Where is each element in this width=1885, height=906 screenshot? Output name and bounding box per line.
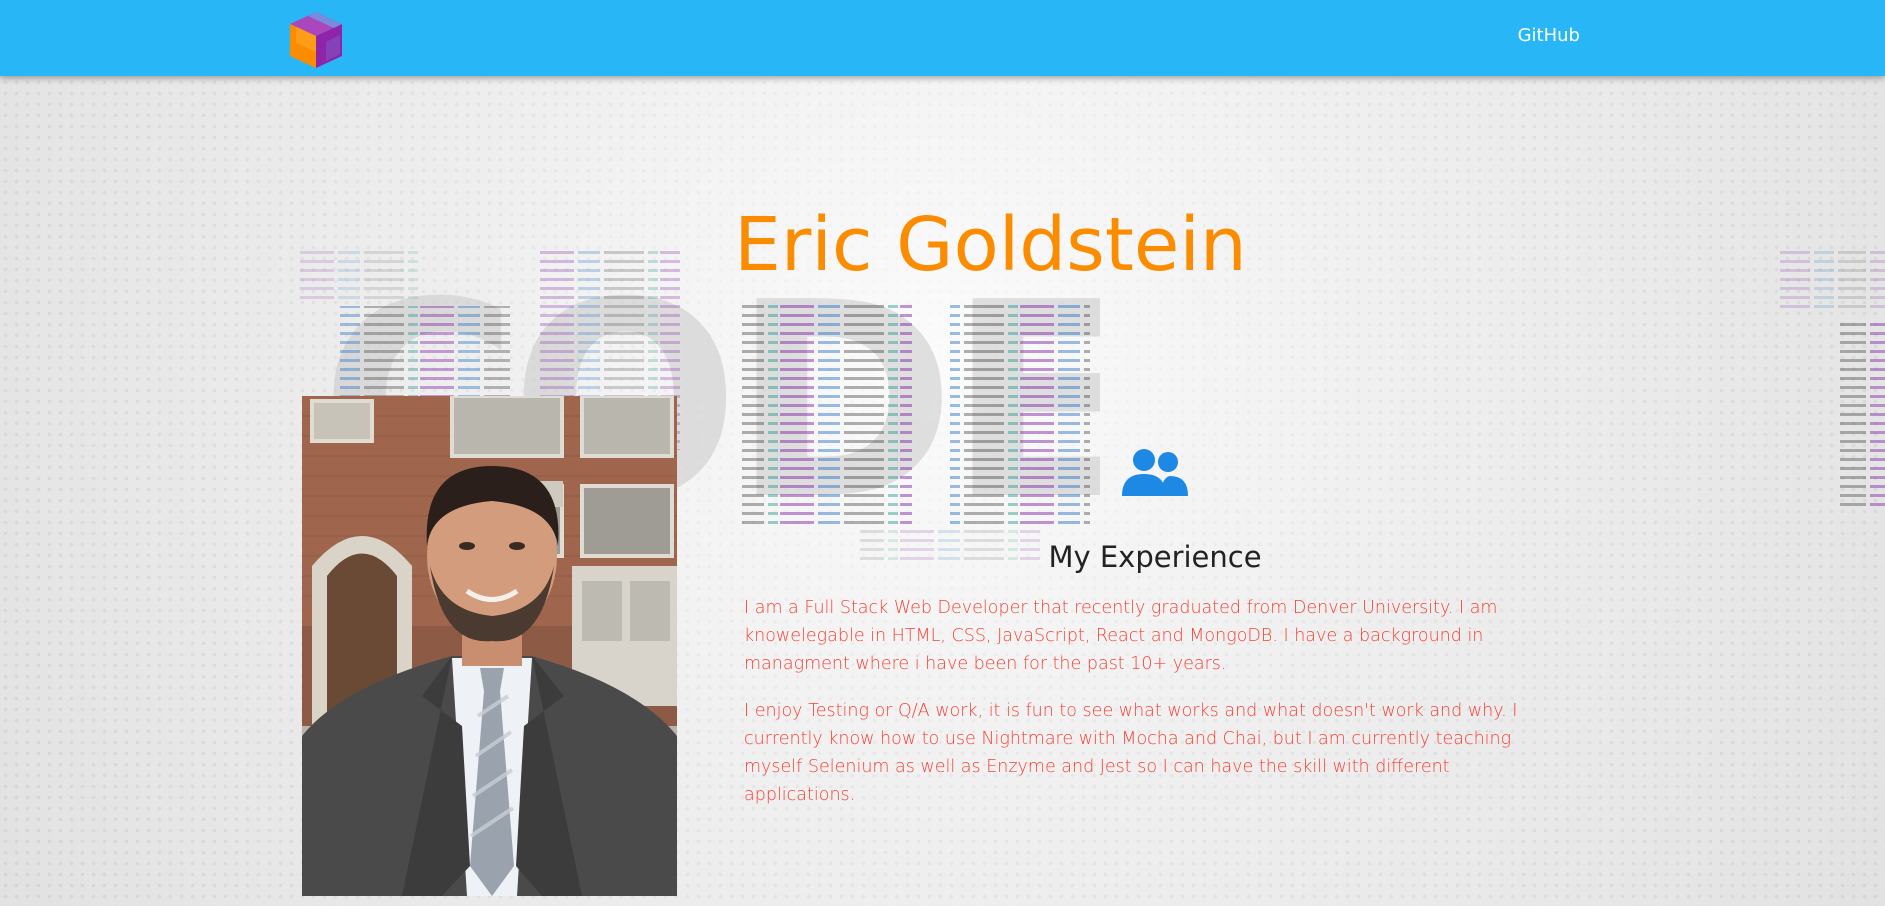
experience-heading: My Experience (1048, 540, 1262, 574)
portrait-photo (302, 396, 677, 896)
experience-paragraph-1: I am a Full Stack Web Developer that rec… (744, 598, 1498, 674)
people-icon (1122, 449, 1188, 496)
experience-paragraph-2: I enjoy Testing or Q/A work, it is fun t… (744, 701, 1518, 805)
page-title-text: Eric Goldstein (734, 202, 1247, 288)
page-title: Eric Goldstein (0, 202, 1885, 288)
top-navbar: GitHub (0, 0, 1885, 76)
nav-link-github[interactable]: GitHub (1518, 25, 1580, 46)
cube-logo-icon[interactable] (286, 8, 346, 72)
